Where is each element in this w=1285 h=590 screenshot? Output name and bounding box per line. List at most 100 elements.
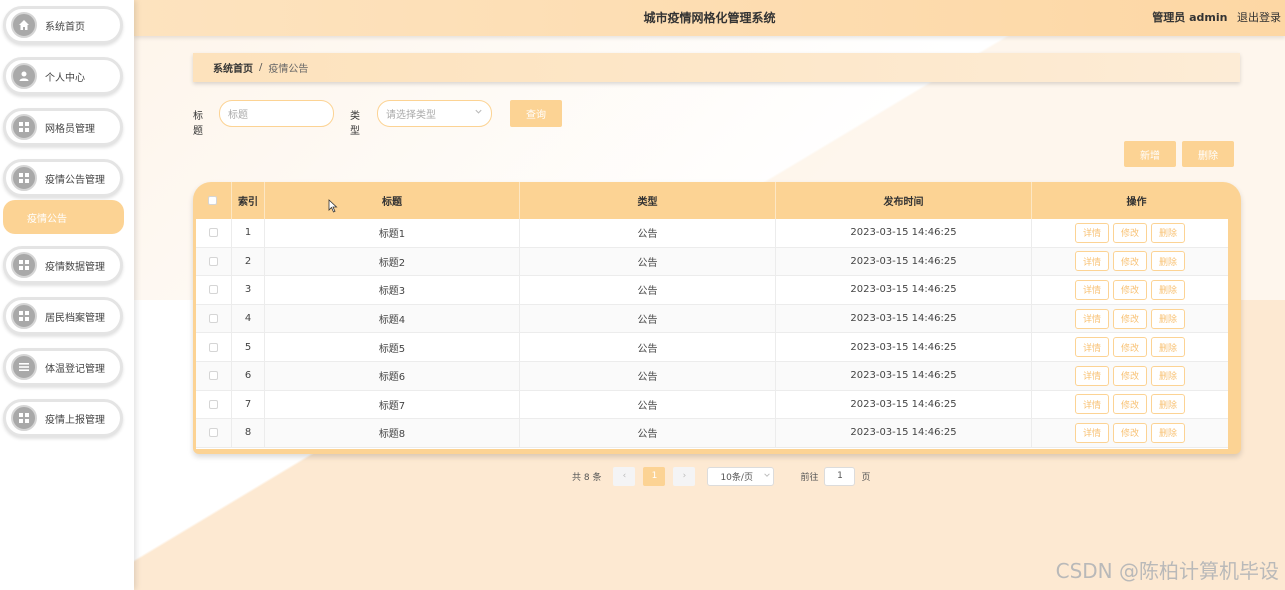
user-role: 管理员 admin [1152,11,1228,24]
edit-button[interactable]: 修改 [1113,394,1147,415]
row-index: 5 [232,333,265,361]
row-type: 公告 [520,304,776,333]
edit-button[interactable]: 修改 [1113,365,1147,386]
breadcrumb-separator: / [259,62,263,73]
sidebar-item-temperature[interactable]: 体温登记管理 [3,348,123,386]
sidebar-item-report[interactable]: 疫情上报管理 [3,399,123,437]
edit-button[interactable]: 修改 [1113,251,1147,272]
row-checkbox[interactable] [209,314,218,324]
row-index: 2 [232,247,265,276]
row-time: 2023-03-15 14:46:25 [776,333,1032,361]
header-type: 类型 [520,182,776,219]
table-row: 7 标题7 公告 2023-03-15 14:46:25 详情 修改 删除 [196,390,1228,420]
sidebar-item-grid-staff[interactable]: 网格员管理 [3,108,123,146]
row-time: 2023-03-15 14:46:25 [776,390,1032,419]
type-filter-label: 类型 [350,111,360,137]
edit-button[interactable]: 修改 [1113,308,1147,329]
page-1-button[interactable]: 1 [643,466,666,486]
table-row: 5 标题5 公告 2023-03-15 14:46:25 详情 修改 删除 [196,333,1228,362]
grid-icon [11,252,37,278]
sidebar-item-home[interactable]: 系统首页 [3,6,123,44]
detail-button[interactable]: 详情 [1075,251,1109,272]
table-row: 2 标题2 公告 2023-03-15 14:46:25 详情 修改 删除 [196,247,1228,277]
page-unit-label: 页 [861,472,871,483]
detail-button[interactable]: 详情 [1075,365,1109,386]
user-icon [11,63,37,89]
logout-link[interactable]: 退出登录 [1237,11,1281,24]
row-actions: 详情 修改 删除 [1032,391,1228,419]
detail-button[interactable]: 详情 [1075,422,1109,443]
row-time: 2023-03-15 14:46:25 [776,419,1032,447]
row-type: 公告 [520,390,776,419]
row-checkbox[interactable] [209,342,218,352]
row-title: 标题4 [265,304,520,333]
delete-button[interactable]: 删除 [1151,279,1185,300]
breadcrumb-home[interactable]: 系统首页 [213,60,253,75]
row-checkbox[interactable] [209,285,218,295]
delete-button[interactable]: 删除 [1151,365,1185,386]
type-select[interactable]: 请选择类型 [377,100,492,127]
row-type: 公告 [520,333,776,361]
row-checkbox[interactable] [209,256,218,266]
sidebar-item-notice-manage[interactable]: 疫情公告管理 [3,159,123,197]
sidebar-subitem-notice[interactable]: 疫情公告 [3,200,124,234]
add-button[interactable]: 新增 [1124,141,1176,167]
page-size-select[interactable]: 10条/页 [707,466,775,486]
edit-button[interactable]: 修改 [1113,422,1147,443]
header-ops: 操作 [1126,197,1147,208]
row-checkbox[interactable] [209,399,218,409]
delete-button[interactable]: 删除 [1151,308,1185,329]
select-all-checkbox[interactable] [207,196,217,205]
page-jump-input[interactable]: 1 [824,466,856,486]
delete-button[interactable]: 删除 [1151,337,1185,358]
sidebar-item-resident-records[interactable]: 居民档案管理 [3,297,123,335]
bulk-delete-button[interactable]: 删除 [1182,141,1234,167]
sidebar-item-profile[interactable]: 个人中心 [3,57,123,95]
edit-button[interactable]: 修改 [1113,222,1147,243]
list-icon [11,354,37,380]
prev-page-button[interactable]: ‹ [613,466,636,486]
row-time: 2023-03-15 14:46:25 [776,219,1032,247]
delete-button[interactable]: 删除 [1151,394,1185,415]
row-select-cell [196,333,232,361]
header-time: 发布时间 [776,182,1032,219]
delete-button[interactable]: 删除 [1151,422,1185,443]
detail-button[interactable]: 详情 [1075,337,1109,358]
row-checkbox[interactable] [209,371,218,381]
delete-button[interactable]: 删除 [1151,222,1185,243]
next-page-button[interactable]: › [673,466,696,486]
edit-button[interactable]: 修改 [1113,279,1147,300]
detail-button[interactable]: 详情 [1075,394,1109,415]
select-all-cell [193,182,232,219]
delete-button[interactable]: 删除 [1151,251,1185,272]
row-select-cell [196,304,232,333]
row-title: 标题7 [265,390,520,419]
detail-button[interactable]: 详情 [1075,222,1109,243]
home-icon [11,12,37,38]
edit-button[interactable]: 修改 [1113,337,1147,358]
row-select-cell [196,276,232,304]
title-search-input[interactable]: 标题 [219,100,334,127]
chevron-down-icon [763,471,771,482]
query-button[interactable]: 查询 [510,100,562,127]
table-header: 索引 标题 类型 发布时间 操作 [193,182,1241,219]
row-index: 1 [232,219,265,247]
row-select-cell [196,419,232,447]
detail-button[interactable]: 详情 [1075,279,1109,300]
row-type: 公告 [520,247,776,276]
grid-icon [11,405,37,431]
sidebar-item-epidemic-data[interactable]: 疫情数据管理 [3,246,123,284]
chevron-down-icon [474,107,483,119]
detail-button[interactable]: 详情 [1075,308,1109,329]
title-filter-label: 标题 [193,111,203,137]
row-checkbox[interactable] [209,428,218,438]
row-time: 2023-03-15 14:46:25 [776,247,1032,276]
row-actions: 详情 修改 删除 [1032,333,1228,361]
row-index: 3 [232,276,265,304]
row-time: 2023-03-15 14:46:25 [776,304,1032,333]
row-title: 标题2 [265,247,520,276]
row-type: 公告 [520,361,776,390]
row-checkbox[interactable] [209,228,218,238]
app-title: 城市疫情网格化管理系统 [643,11,776,25]
row-index: 6 [232,361,265,390]
